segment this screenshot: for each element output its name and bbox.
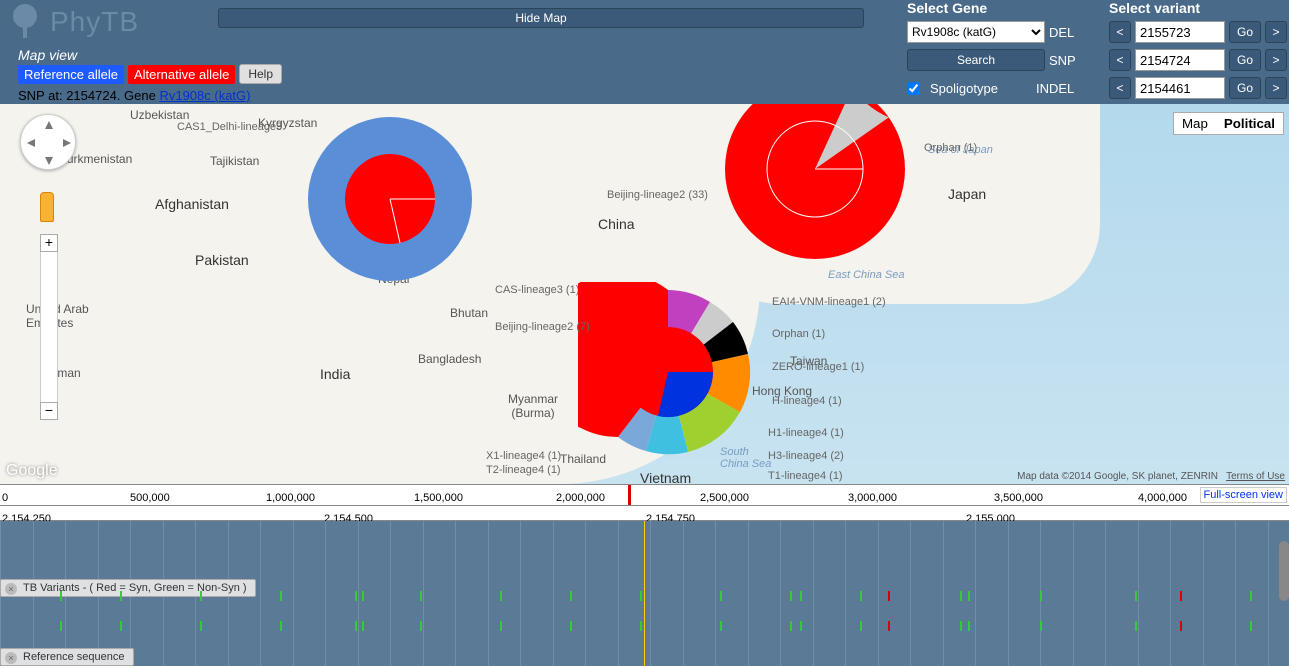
label-bhutan: Bhutan bbox=[450, 306, 488, 320]
snp-prev-button[interactable]: < bbox=[1109, 49, 1131, 71]
label-tajikistan: Tajikistan bbox=[210, 154, 259, 168]
map-type-political[interactable]: Political bbox=[1216, 113, 1283, 134]
legend: Reference allele Alternative allele Help bbox=[18, 64, 282, 84]
indel-go-button[interactable]: Go bbox=[1229, 77, 1261, 99]
close-track-icon[interactable]: × bbox=[5, 583, 17, 595]
label-h1: H1-lineage4 (1) bbox=[768, 427, 844, 439]
label-uzbekistan: Uzbekistan bbox=[130, 108, 189, 122]
view-label: Map view bbox=[18, 47, 77, 63]
genome-browser: 0 500,000 1,000,000 1,500,000 2,000,000 … bbox=[0, 484, 1289, 666]
zoom-control: + − bbox=[40, 234, 58, 420]
donut-se-asia[interactable] bbox=[578, 282, 758, 462]
scrollbar-thumb[interactable] bbox=[1279, 541, 1289, 601]
map-type-map[interactable]: Map bbox=[1174, 113, 1216, 134]
label-india: India bbox=[320, 366, 350, 382]
del-next-button[interactable]: > bbox=[1265, 21, 1287, 43]
del-input[interactable] bbox=[1135, 21, 1225, 43]
zoom-out-button[interactable]: − bbox=[40, 402, 58, 420]
search-button[interactable]: Search bbox=[907, 49, 1045, 71]
map-nav-controls bbox=[20, 114, 76, 170]
donut-east-asia[interactable] bbox=[720, 104, 910, 264]
hide-map-button[interactable]: Hide Map bbox=[218, 8, 864, 28]
label-bangladesh: Bangladesh bbox=[418, 352, 481, 366]
spoligo-checkbox[interactable] bbox=[907, 82, 920, 95]
label-h4: H-lineage4 (1) bbox=[772, 395, 842, 407]
snp-info: SNP at: 2154724. Gene Rv1908c (katG) bbox=[18, 88, 251, 103]
terms-link[interactable]: Terms of Use bbox=[1226, 471, 1285, 482]
sub-ruler[interactable]: 2,154,250 2,154,500 2,154,750 2,155,000 bbox=[0, 506, 1289, 521]
select-variant-title: Select variant bbox=[1109, 0, 1287, 16]
fullscreen-link[interactable]: Full-screen view bbox=[1200, 487, 1287, 503]
indel-prev-button[interactable]: < bbox=[1109, 77, 1131, 99]
controls-panel: Select Gene Rv1908c (katG) DEL Search SN… bbox=[907, 0, 1287, 104]
snp-label: SNP bbox=[1049, 53, 1099, 68]
pegman-icon[interactable] bbox=[40, 192, 54, 222]
label-myanmar: Myanmar (Burma) bbox=[508, 392, 558, 420]
label-afghanistan: Afghanistan bbox=[155, 196, 229, 212]
zoom-in-button[interactable]: + bbox=[40, 234, 58, 252]
map[interactable]: Uzbekistan Kyrgyzstan Turkmenistan Tajik… bbox=[0, 104, 1289, 484]
label-t1: T1-lineage4 (1) bbox=[768, 470, 843, 482]
indel-input[interactable] bbox=[1135, 77, 1225, 99]
spoligo-label: Spoligotype bbox=[930, 81, 998, 96]
label-cas1: CAS1_Delhi-lineage3 bbox=[177, 121, 282, 133]
map-type-toggle: Map Political bbox=[1173, 112, 1284, 135]
track-body[interactable]: × TB Variants - ( Red = Syn, Green = Non… bbox=[0, 521, 1289, 666]
map-attribution: Map data ©2014 Google, SK planet, ZENRIN… bbox=[1017, 471, 1285, 482]
google-logo: Google bbox=[6, 462, 58, 480]
close-refseq-icon[interactable]: × bbox=[5, 652, 17, 664]
app-name: PhyTB bbox=[50, 6, 139, 38]
label-zero: ZERO-lineage1 (1) bbox=[772, 361, 864, 373]
label-pakistan: Pakistan bbox=[195, 252, 249, 268]
label-t2: T2-lineage4 (1) bbox=[486, 464, 561, 476]
label-china: China bbox=[598, 216, 635, 232]
label-orphan2: Orphan (1) bbox=[772, 328, 825, 340]
donut-central-asia[interactable] bbox=[300, 109, 480, 289]
label-h3: H3-lineage4 (2) bbox=[768, 450, 844, 462]
pan-control[interactable] bbox=[20, 114, 76, 170]
logo: PhyTB bbox=[5, 2, 139, 42]
label-x1: X1-lineage4 (1) bbox=[486, 450, 561, 462]
indel-next-button[interactable]: > bbox=[1265, 77, 1287, 99]
zoom-slider[interactable] bbox=[40, 252, 58, 402]
center-line bbox=[644, 521, 645, 666]
snp-input[interactable] bbox=[1135, 49, 1225, 71]
variants-track-label: × TB Variants - ( Red = Syn, Green = Non… bbox=[0, 579, 256, 597]
snp-next-button[interactable]: > bbox=[1265, 49, 1287, 71]
tree-icon bbox=[5, 2, 45, 42]
select-gene-title: Select Gene bbox=[907, 0, 1099, 16]
help-button[interactable]: Help bbox=[239, 64, 282, 84]
label-beijing2a: Beijing-lineage2 (7) bbox=[495, 321, 590, 333]
indel-label: INDEL bbox=[1036, 81, 1086, 96]
main-ruler[interactable]: 0 500,000 1,000,000 1,500,000 2,000,000 … bbox=[0, 484, 1289, 506]
label-eastchina: East China Sea bbox=[828, 269, 904, 281]
label-orphan: Orphan (1) bbox=[924, 142, 977, 154]
label-vietnam: Vietnam bbox=[640, 470, 691, 484]
label-beijing2b: Beijing-lineage2 (33) bbox=[607, 189, 708, 201]
del-prev-button[interactable]: < bbox=[1109, 21, 1131, 43]
label-eai4: EAI4-VNM-lineage1 (2) bbox=[772, 296, 886, 308]
position-marker bbox=[628, 485, 631, 505]
app-header: PhyTB Map view Hide Map Reference allele… bbox=[0, 0, 1289, 104]
del-label: DEL bbox=[1049, 25, 1099, 40]
snp-go-button[interactable]: Go bbox=[1229, 49, 1261, 71]
ref-allele-badge: Reference allele bbox=[18, 65, 124, 84]
gene-select[interactable]: Rv1908c (katG) bbox=[907, 21, 1045, 43]
refseq-track-label: × Reference sequence bbox=[0, 648, 134, 666]
label-japan: Japan bbox=[948, 186, 986, 202]
alt-allele-badge: Alternative allele bbox=[128, 65, 235, 84]
label-cas3: CAS-lineage3 (1) bbox=[495, 284, 579, 296]
gene-link[interactable]: Rv1908c (katG) bbox=[159, 88, 250, 103]
del-go-button[interactable]: Go bbox=[1229, 21, 1261, 43]
